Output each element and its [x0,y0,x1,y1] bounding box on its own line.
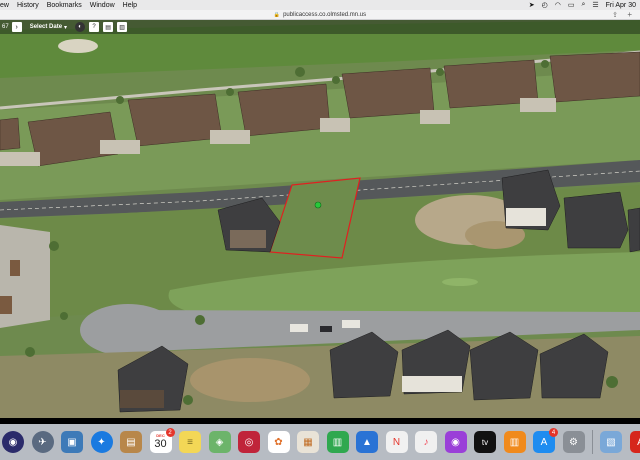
aerial-map[interactable] [0,20,640,418]
address-bar[interactable]: 🔒 publicaccess.co.olmsted.mn.us ⇪ + [0,10,640,20]
select-date-dropdown[interactable]: Select Date [30,24,62,30]
calendar-badge: 2 [165,428,175,437]
dock-notes[interactable]: ≡ [179,431,201,453]
search-icon[interactable]: ⌕ [581,1,585,9]
dock-maps[interactable]: ◈ [208,431,231,453]
dock-system-preferences[interactable]: ⚙ [562,431,585,453]
app-store-badge: 4 [549,428,558,437]
dock-calendar[interactable]: DEC 30 2 [149,428,175,453]
dock-books[interactable]: ▥ [503,431,526,453]
clock-icon[interactable]: ◴ [542,1,548,9]
info-icon[interactable]: ? [89,22,100,32]
menu-history[interactable]: History [17,2,39,9]
dock-photos[interactable]: ✿ [267,431,290,453]
dock-keynote-doc[interactable]: ▦ [297,431,319,453]
location-icon[interactable]: ➤ [529,1,535,9]
aerial-image[interactable] [0,20,640,418]
split-view-icon[interactable]: ▥ [117,22,128,32]
dock: ◉ ✈ ▣ ✦ ▤ DEC 30 2 ≡ ◈ ◎ ✿ ▦ ▥ ▲ N ♪ ◉ t… [0,424,640,460]
menu-window[interactable]: Window [90,2,115,9]
next-arrow-button[interactable]: › [11,22,22,32]
dock-acrobat[interactable]: A [629,431,640,453]
new-tab-icon[interactable]: + [627,10,632,19]
dock-podcasts[interactable]: ◉ [444,431,467,453]
calendar-day: 30 [154,438,167,450]
layers-icon[interactable]: ◐ [75,22,86,32]
menu-bookmarks[interactable]: Bookmarks [47,2,82,9]
dock-tv[interactable]: tv [474,431,496,453]
status-area: ➤ ◴ ◠ ▭ ⌕ ☰ Fri Apr 30 [529,0,636,10]
menu-view[interactable]: ew [0,2,9,9]
control-center-icon[interactable]: ☰ [592,1,598,9]
dock-news[interactable]: N [385,431,408,453]
dock-separator [592,430,593,454]
share-icon[interactable]: ⇪ [612,11,618,19]
dock-safari[interactable]: ✦ [90,431,113,453]
dock-keynote[interactable]: ▲ [356,431,378,453]
dock-notefile[interactable]: ▤ [120,431,142,453]
dock-app-store[interactable]: A 4 [533,428,558,453]
page-number: 67 [2,24,9,30]
wifi-icon[interactable]: ◠ [555,1,561,9]
dock-preview-2[interactable]: ▧ [600,431,622,453]
chevron-down-icon[interactable]: ▾ [64,24,67,31]
dock-music[interactable]: ♪ [415,431,437,453]
dock-siri[interactable]: ◉ [2,431,24,453]
dock-preview[interactable]: ▣ [61,431,83,453]
url-text[interactable]: publicaccess.co.olmsted.mn.us [283,12,366,18]
print-icon[interactable]: ▤ [103,22,114,32]
menu-clock[interactable]: Fri Apr 30 [606,2,636,9]
menu-help[interactable]: Help [123,2,137,9]
dock-numbers[interactable]: ▥ [326,431,349,453]
viewer-toolbar: 67 › Select Date ▾ ◐ ? ▤ ▥ [0,20,640,34]
dock-launchpad[interactable]: ✈ [31,431,54,453]
lock-icon: 🔒 [273,11,281,18]
battery-icon[interactable]: ▭ [568,1,575,9]
menu-bar: ew History Bookmarks Window Help ➤ ◴ ◠ ▭… [0,0,640,10]
dock-photo-booth[interactable]: ◎ [238,431,260,453]
